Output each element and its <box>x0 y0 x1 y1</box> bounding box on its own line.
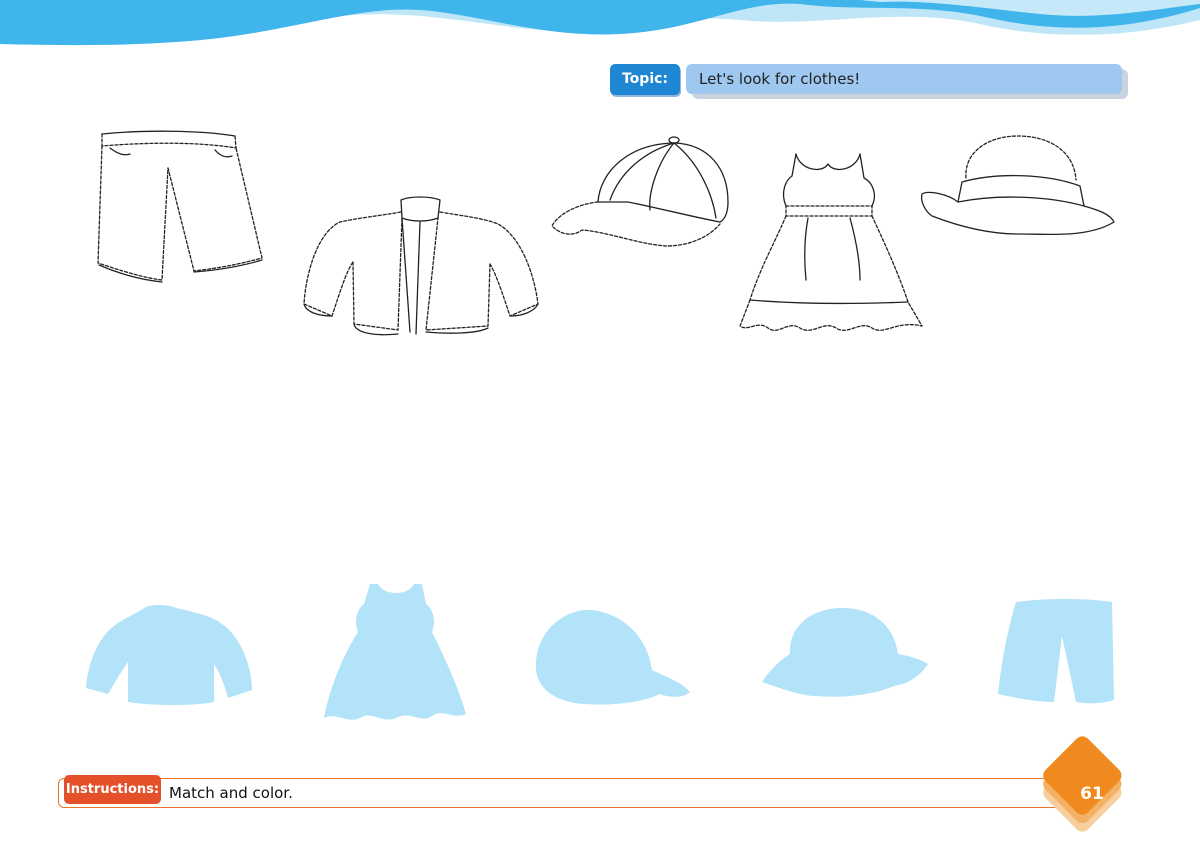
page-number-badge <box>1043 736 1122 832</box>
header-wave-decoration <box>0 0 1200 46</box>
cap-icon <box>551 136 729 247</box>
topic-text: Let's look for clothes! <box>699 70 861 88</box>
dress-icon <box>739 153 923 331</box>
dress-silhouette-icon <box>324 584 466 720</box>
shorts-silhouette-icon <box>998 599 1114 704</box>
jacket-silhouette-icon <box>86 605 252 705</box>
bucket-hat-icon <box>920 135 1115 236</box>
bucket-hat-silhouette-icon <box>762 608 928 697</box>
cap-silhouette-icon <box>535 610 690 705</box>
instructions-text: Match and color. <box>169 784 293 802</box>
jacket-icon <box>303 196 539 336</box>
topic-label: Topic: <box>610 64 680 95</box>
shorts-icon <box>97 130 263 283</box>
page-number: 61 <box>1080 784 1104 804</box>
instructions-label: Instructions: <box>64 775 161 804</box>
